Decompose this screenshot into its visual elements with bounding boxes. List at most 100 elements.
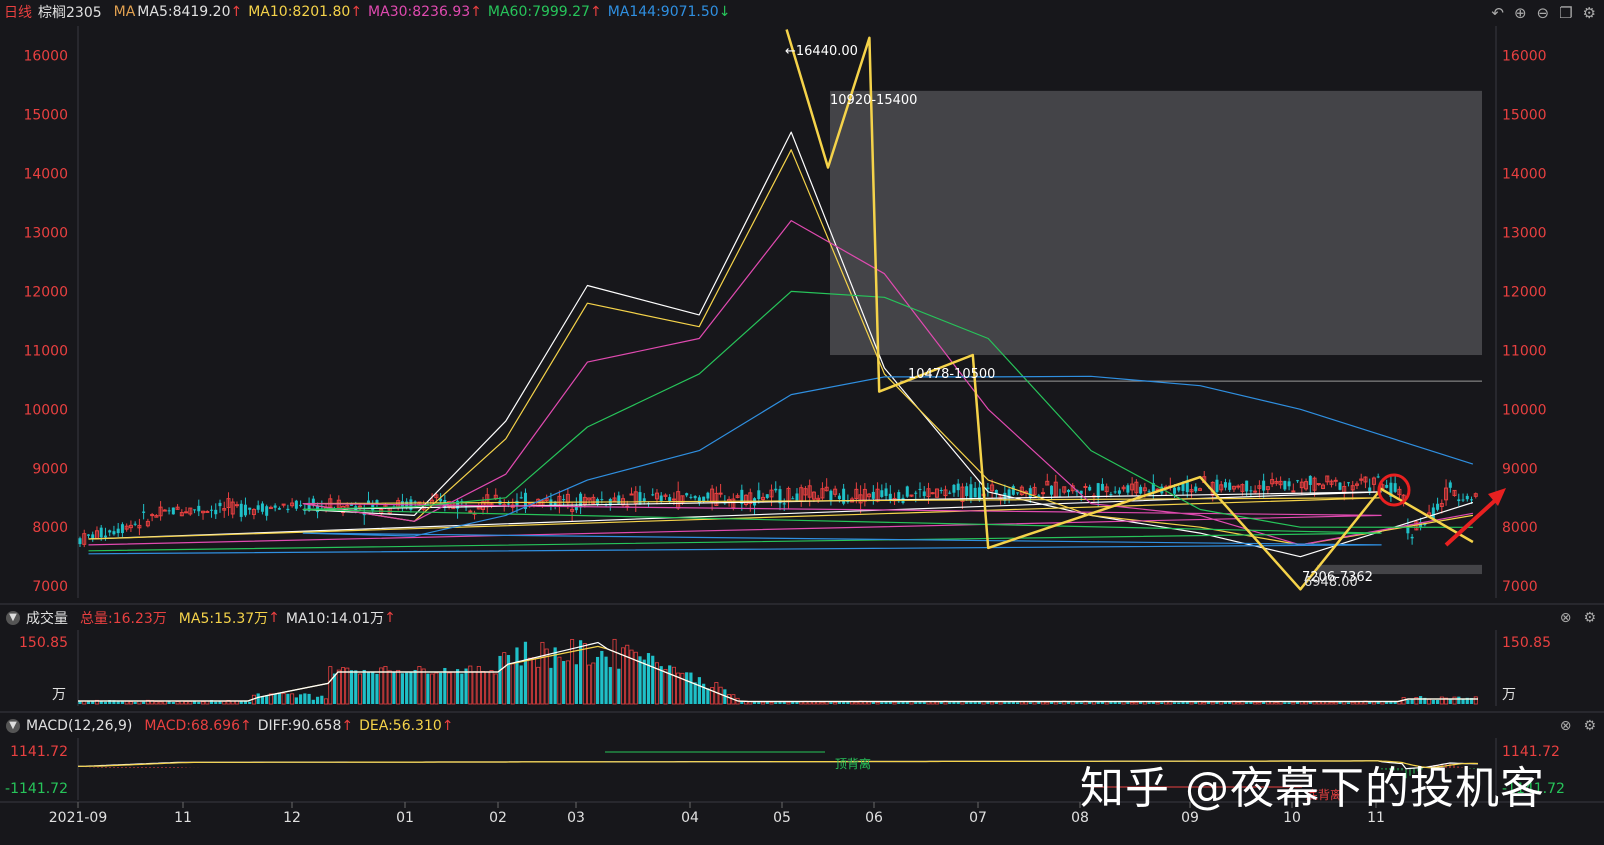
volume-bar <box>226 699 231 705</box>
volume-bar <box>1083 700 1088 705</box>
volume-bar <box>1181 701 1185 704</box>
candle-body-up <box>150 514 155 517</box>
volume-bar <box>251 694 256 705</box>
candle-body-up <box>612 497 617 502</box>
volume-bar <box>897 702 901 704</box>
candle-body-down <box>1423 522 1427 526</box>
volume-bar <box>234 700 239 705</box>
candle-body-down <box>1346 482 1350 484</box>
candle-body-down <box>333 509 337 512</box>
ma5-value: MA5:8419.20 <box>137 4 231 20</box>
volume-bar <box>273 693 277 704</box>
candle-body-up <box>222 508 227 511</box>
candle-body-down <box>1139 486 1143 494</box>
volume-unit-left: 万 <box>52 687 66 703</box>
volume-bar <box>1465 697 1469 704</box>
candle-body-down <box>99 527 103 538</box>
volume-bar <box>91 701 95 704</box>
candle-body-up <box>154 515 159 518</box>
volume-bar <box>409 672 413 704</box>
close-macd-icon[interactable]: ⊗ <box>1560 718 1572 734</box>
volume-bar <box>621 647 626 705</box>
y-tick-label-right: 16000 <box>1502 48 1547 64</box>
volume-bar <box>1321 701 1326 705</box>
volume-bar <box>472 671 477 705</box>
diff-arrow-icon: ↑ <box>341 718 354 734</box>
volume-bar <box>468 665 473 705</box>
candle-body-down <box>846 501 850 503</box>
zoom-in-icon[interactable]: ⊕ <box>1514 4 1527 22</box>
macd-min-label-left: -1141.72 <box>5 781 68 797</box>
volume-bar <box>748 701 753 705</box>
candle-body-down <box>740 489 744 504</box>
candle-body-up <box>748 492 753 505</box>
window-icon[interactable]: ❐ <box>1559 4 1572 22</box>
volume-bar <box>570 639 575 705</box>
volume-bar <box>281 693 286 705</box>
volume-bar <box>799 701 804 705</box>
candle-body-down <box>78 538 82 545</box>
volume-bar <box>1151 701 1155 704</box>
candle-body-down <box>765 494 769 498</box>
candle-body-down <box>574 505 578 511</box>
collapse-macd-icon[interactable]: ▼ <box>6 719 20 733</box>
candle-body-up <box>387 507 392 514</box>
volume-bar <box>209 700 214 704</box>
volume-bar <box>320 695 324 704</box>
candle-body-down <box>579 493 583 508</box>
volume-bar <box>1431 699 1435 704</box>
candle-body-up <box>434 494 439 499</box>
volume-bar <box>1278 700 1283 705</box>
candle-body-up <box>654 492 659 500</box>
volume-bar <box>633 651 638 705</box>
volume-bar <box>175 701 180 705</box>
undo-icon[interactable]: ↶ <box>1491 4 1504 22</box>
candle-body-down <box>1173 487 1177 494</box>
candle-body-up <box>94 530 99 540</box>
volume-title: 成交量 <box>26 611 68 627</box>
candle-body-down <box>918 488 922 490</box>
volume-bar <box>366 671 371 704</box>
close-volume-icon[interactable]: ⊗ <box>1560 610 1572 626</box>
candle-body-down <box>260 503 264 512</box>
candle-body-down <box>685 493 689 496</box>
volume-bar <box>1371 701 1376 705</box>
volume-bar <box>1410 699 1414 704</box>
volume-settings-icon[interactable]: ⚙ <box>1583 610 1596 626</box>
candle-body-up <box>328 498 333 508</box>
candle-body-down <box>456 500 460 509</box>
candle-body-down <box>1283 480 1287 490</box>
volume-bar <box>1385 701 1389 704</box>
volume-bar <box>1104 701 1109 705</box>
ma60-value: MA60:7999.27 <box>487 4 590 20</box>
candle-body-up <box>735 495 740 498</box>
candle-body-up <box>226 498 231 509</box>
period-label[interactable]: 日线 <box>4 2 32 22</box>
macd-settings-icon[interactable]: ⚙ <box>1583 718 1596 734</box>
y-tick-label-right: 8000 <box>1502 520 1538 536</box>
settings-icon[interactable]: ⚙ <box>1583 4 1596 22</box>
collapse-volume-icon[interactable]: ▼ <box>6 611 20 625</box>
candle-body-up <box>1236 485 1241 488</box>
candle-body-up <box>1329 480 1334 485</box>
volume-header: ▼ 成交量 总量:16.23万 MA5:15.37万 ↑ MA10:14.01万 ↑ <box>0 606 1604 630</box>
candle-body-up <box>510 504 515 508</box>
candle-body-down <box>443 499 447 508</box>
volume-bar <box>82 700 87 705</box>
volume-bar <box>214 701 218 704</box>
candle-body-down <box>651 494 655 496</box>
zoom-out-icon[interactable]: ⊖ <box>1537 4 1550 22</box>
y-tick-label-right: 15000 <box>1502 107 1547 123</box>
candle-body-up <box>1444 487 1449 501</box>
candle-body-down <box>1206 485 1210 487</box>
candle-body-down <box>1181 483 1185 492</box>
volume-bar <box>595 656 600 704</box>
candle-body-up <box>1168 485 1173 488</box>
candle-body-up <box>633 491 638 504</box>
volume-bar <box>481 671 486 705</box>
candle-body-up <box>909 494 914 497</box>
candle-body-up <box>527 503 532 507</box>
volume-bar <box>807 701 812 705</box>
volume-bar <box>94 699 99 705</box>
volume-bar <box>256 693 260 704</box>
